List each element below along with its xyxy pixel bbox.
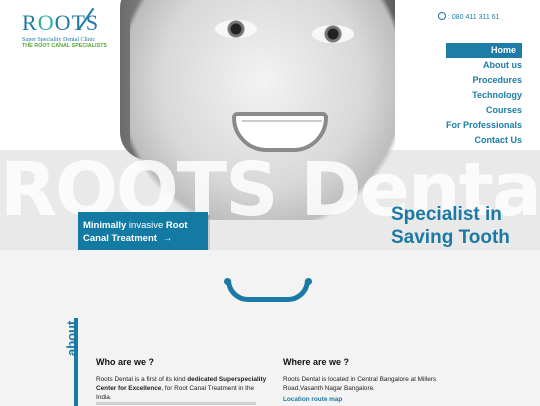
cta-text-line2: Canal Treatment [83,233,157,244]
about-side-label: about [64,320,79,356]
cta-text-bold-2: Root [165,220,188,231]
eye-right [312,25,354,43]
nav-technology[interactable]: Technology [446,88,522,103]
site-logo[interactable]: ROOTS Super Speciality Dental Clinic THE… [22,7,122,49]
logo-wordmark: ROOTS [22,10,100,35]
nav-courses[interactable]: Courses [446,103,522,118]
eye-left [215,20,257,38]
root-canal-cta-button[interactable]: Minimally invasive Root Canal Treatment → [78,212,208,253]
hero-headline: Specialist in Saving Tooth [391,204,510,248]
where-are-we-text: Roots Dental is located in Central Banga… [283,376,437,392]
phone-number: : 080 411 311 61 [448,14,500,21]
location-route-map-link[interactable]: Location route map [283,396,342,403]
who-are-we-more-text [96,402,256,405]
smile-dot-left [224,278,231,285]
where-are-we-title: Where are we ? [283,357,350,367]
who-are-we-title: Who are we ? [96,357,155,367]
phone-icon [438,12,446,20]
cta-text-light: invasive [126,220,166,231]
cta-text-bold: Minimally [83,220,127,231]
smile-dot-right [305,278,312,285]
nav-about-us[interactable]: About us [446,58,522,73]
arrow-right-icon: → [162,233,173,244]
nav-contact-us[interactable]: Contact Us [446,133,522,148]
who-are-we-text: Roots Dental is a first of its kind dedi… [96,376,267,401]
main-nav: Home About us Procedures Technology Cour… [445,43,522,148]
header-phone[interactable]: : 080 411 311 61 [438,12,500,21]
smile-icon [226,280,310,302]
nav-home[interactable]: Home [445,43,522,58]
nav-for-professionals[interactable]: For Professionals [446,118,522,133]
nav-procedures[interactable]: Procedures [446,73,522,88]
logo-tagline: THE ROOT CANAL SPECIALISTS [22,43,107,49]
